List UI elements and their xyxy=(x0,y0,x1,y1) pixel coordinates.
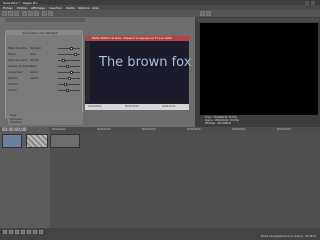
dock-tab[interactable]: Transitions xyxy=(10,121,22,124)
preview-tool-strip xyxy=(86,42,90,102)
setting-label: Alignement xyxy=(8,71,23,74)
preview-info: Affichage : 302x188x32 xyxy=(205,122,232,125)
text-preview-canvas[interactable] xyxy=(85,36,189,104)
timeline-mark: 00:00:10;00 xyxy=(97,128,111,131)
text-clip-event[interactable] xyxy=(50,134,80,148)
slider-handle[interactable] xyxy=(70,47,73,50)
close-button[interactable] xyxy=(311,0,315,5)
setting-value[interactable]: Blanc xyxy=(30,65,37,68)
dialog-title: Générateur de l'attribut xyxy=(22,31,58,35)
setting-slider[interactable] xyxy=(58,84,80,86)
timecode-display: 00:00:00;00 xyxy=(2,127,27,132)
setting-value[interactable]: Centre xyxy=(30,77,38,80)
slider-handle[interactable] xyxy=(66,89,69,92)
copy-icon[interactable] xyxy=(28,11,33,16)
setting-value[interactable]: Centre xyxy=(30,71,38,74)
text-clip-thumbnail[interactable] xyxy=(26,134,48,148)
slider-handle[interactable] xyxy=(66,65,69,68)
video-track-header[interactable] xyxy=(2,134,22,148)
timeline-area[interactable] xyxy=(50,133,320,228)
transport-bar xyxy=(0,228,320,240)
record-icon[interactable] xyxy=(3,230,7,234)
video-preview-toolbar xyxy=(196,18,319,22)
go-end-icon[interactable] xyxy=(39,230,43,234)
loop-icon[interactable] xyxy=(9,230,13,234)
setting-label: Position xyxy=(8,77,19,80)
setting-value[interactable]: Normal xyxy=(30,59,39,62)
text-generator-dialog xyxy=(5,30,83,118)
slider-handle[interactable] xyxy=(68,77,71,80)
go-start-icon[interactable] xyxy=(33,230,37,234)
setting-slider[interactable] xyxy=(58,66,80,68)
pause-icon[interactable] xyxy=(21,230,25,234)
status-text: Durée d'enregistrement (2 canaux) : 40:4… xyxy=(260,235,316,238)
minimize-button[interactable] xyxy=(305,0,309,5)
setting-slider[interactable] xyxy=(58,72,80,74)
preview-settings-icon[interactable] xyxy=(200,11,205,16)
ruler-label: 00:00:05;00 xyxy=(125,105,139,108)
slider-handle[interactable] xyxy=(74,53,77,56)
panel-title-bar xyxy=(5,18,85,22)
paste-icon[interactable] xyxy=(34,11,39,16)
open-icon[interactable] xyxy=(8,11,13,16)
setting-label: Couleur du texte xyxy=(8,65,30,68)
preview-text[interactable]: The brown fox xyxy=(99,55,191,70)
timeline-mark: 00:00:20;00 xyxy=(142,128,156,131)
setting-slider[interactable] xyxy=(58,48,80,50)
setting-value[interactable]: Standard xyxy=(30,47,41,50)
setting-slider[interactable] xyxy=(58,90,80,92)
slider-handle[interactable] xyxy=(70,71,73,74)
toolbar xyxy=(0,10,320,17)
save-icon[interactable] xyxy=(14,11,19,16)
timeline-mark: 00:00:30;00 xyxy=(187,128,201,131)
preview-hint: Média d'édition de texte : cliquez ici o… xyxy=(92,37,173,40)
slider-handle[interactable] xyxy=(64,83,67,86)
setting-label: Ombre xyxy=(8,89,17,92)
setting-label: Contour xyxy=(8,83,19,86)
cut-icon[interactable] xyxy=(22,11,27,16)
undo-icon[interactable] xyxy=(42,11,47,16)
stop-icon[interactable] xyxy=(27,230,31,234)
setting-label: Taille de police xyxy=(8,47,28,50)
play-icon[interactable] xyxy=(15,230,19,234)
setting-label: Style de police xyxy=(8,59,28,62)
split-screen-icon[interactable] xyxy=(206,11,211,16)
slider-handle[interactable] xyxy=(62,59,65,62)
ruler-label: 00:00:10;00 xyxy=(162,105,176,108)
setting-value[interactable]: Arial xyxy=(30,53,35,56)
timeline-mark: 00:00:00;00 xyxy=(52,128,66,131)
redo-icon[interactable] xyxy=(48,11,53,16)
video-preview-screen[interactable] xyxy=(200,23,318,115)
setting-label: Police xyxy=(8,53,16,56)
new-icon[interactable] xyxy=(2,11,7,16)
timeline-mark: 00:00:50;00 xyxy=(277,128,291,131)
ruler-label: 00:00:00;00 xyxy=(88,105,102,108)
timeline-mark: 00:00:40;00 xyxy=(232,128,246,131)
